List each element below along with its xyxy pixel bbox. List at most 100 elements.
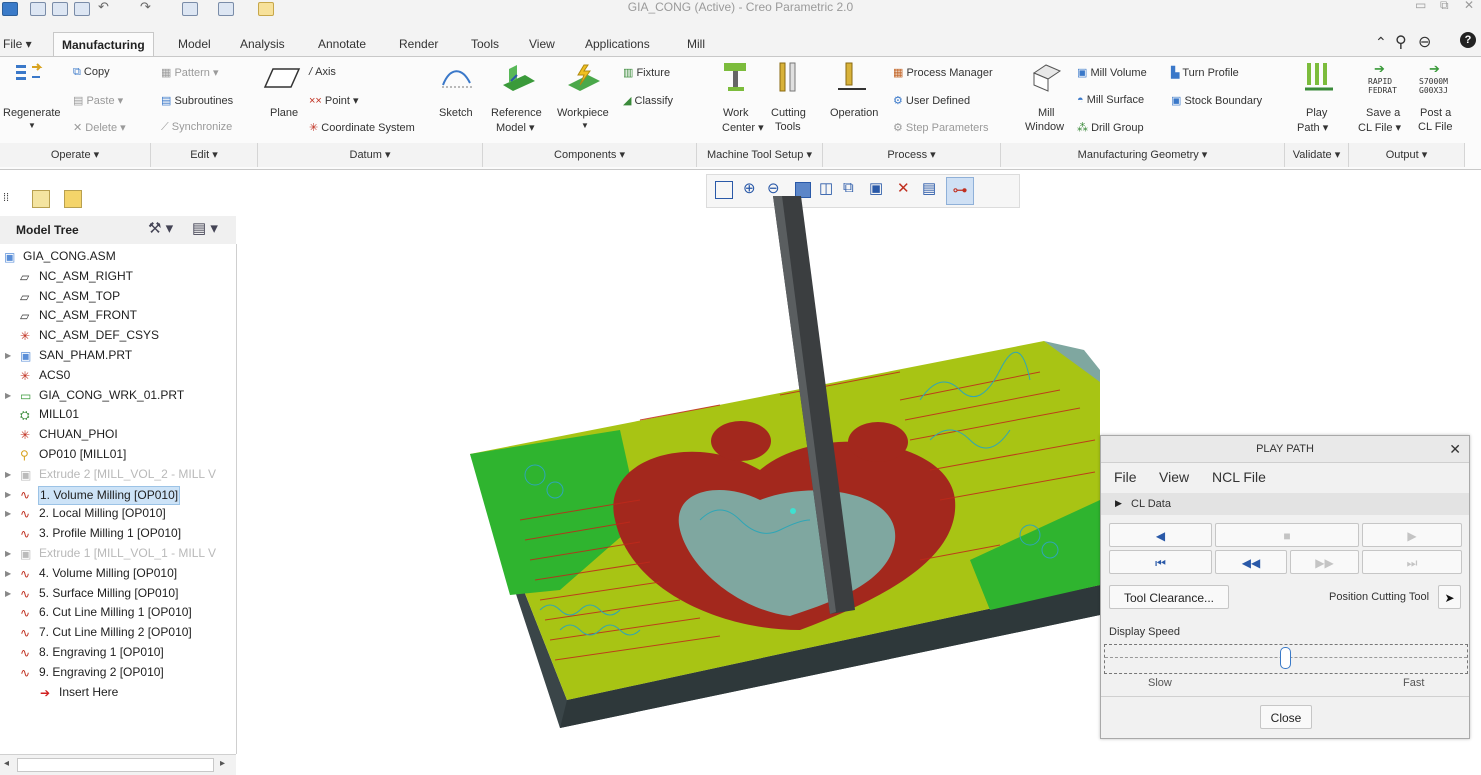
subroutines-button[interactable]: ▤ Subroutines xyxy=(161,94,233,107)
regenerate-button[interactable]: Regenerate xyxy=(3,107,61,119)
graphics-viewport[interactable] xyxy=(460,196,1100,736)
scroll-right-icon[interactable]: ▸ xyxy=(220,758,225,769)
expand-arrow-icon[interactable]: ▶ xyxy=(5,346,11,366)
post-cl-file-button[interactable]: Post a xyxy=(1420,107,1451,119)
annotation-display-icon[interactable]: ▤ xyxy=(922,179,936,197)
step-parameters-button[interactable]: ⚙ Step Parameters xyxy=(893,121,988,134)
tab-analysis[interactable]: Analysis xyxy=(240,37,285,51)
close-button[interactable]: Close xyxy=(1260,705,1312,729)
drill-group-button[interactable]: ⁂ Drill Group xyxy=(1077,121,1144,134)
folder-browser-tab-icon[interactable] xyxy=(64,190,82,208)
operation-button[interactable]: Operation xyxy=(830,107,878,119)
layer-tree-tab-icon[interactable] xyxy=(32,190,50,208)
play-forward-button[interactable]: ▶ xyxy=(1362,523,1462,547)
copy-button[interactable]: ⧉ Copy xyxy=(73,66,110,79)
scroll-left-icon[interactable]: ◂ xyxy=(4,758,9,769)
stop-button[interactable]: ■ xyxy=(1215,523,1359,547)
play-path-menu-file[interactable]: File xyxy=(1114,469,1137,485)
group-validate[interactable]: Validate ▾ xyxy=(1285,143,1349,167)
sketch-button[interactable]: Sketch xyxy=(439,107,473,119)
saved-orientations-icon[interactable]: ⧉ xyxy=(843,179,854,196)
mill-volume-button[interactable]: ▣ Mill Volume xyxy=(1077,66,1147,79)
file-menu[interactable]: File ▾ xyxy=(3,37,32,51)
stock-boundary-button[interactable]: ▣ Stock Boundary xyxy=(1171,94,1262,107)
group-machine-tool-setup[interactable]: Machine Tool Setup ▾ xyxy=(697,143,823,167)
coordinate-system-button[interactable]: ✳ Coordinate System xyxy=(309,121,415,134)
step-forward-button[interactable]: ▶▶ xyxy=(1290,550,1359,574)
redo-icon[interactable]: ↷ xyxy=(140,0,151,15)
workpiece-button[interactable]: Workpiece xyxy=(557,107,609,119)
pattern-button[interactable]: ▦ Pattern ▾ xyxy=(161,66,219,79)
group-manufacturing-geometry[interactable]: Manufacturing Geometry ▾ xyxy=(1001,143,1285,167)
work-center-button[interactable]: Work xyxy=(723,107,748,119)
undo-icon[interactable]: ↶ xyxy=(98,0,109,15)
display-speed-slider[interactable] xyxy=(1104,644,1468,674)
tab-view[interactable]: View xyxy=(529,37,555,51)
display-style-icon[interactable]: ◫ xyxy=(819,179,833,197)
expand-arrow-icon[interactable]: ▶ xyxy=(5,485,11,505)
zoom-in-icon[interactable]: ⊕ xyxy=(743,179,756,197)
group-process[interactable]: Process ▾ xyxy=(823,143,1001,167)
tab-applications[interactable]: Applications xyxy=(585,37,650,51)
cutting-tools-button[interactable]: Cutting xyxy=(771,107,806,119)
process-manager-button[interactable]: ▦ Process Manager xyxy=(893,66,993,79)
mill-window-button[interactable]: Mill xyxy=(1038,107,1055,119)
rewind-to-start-button[interactable]: ⏮ xyxy=(1109,550,1212,574)
reference-model-button[interactable]: Reference xyxy=(491,107,542,119)
tab-annotate[interactable]: Annotate xyxy=(318,37,366,51)
fixture-button[interactable]: ▥ Fixture xyxy=(623,66,670,79)
expand-arrow-icon[interactable]: ▶ xyxy=(5,584,11,604)
zoom-out-icon[interactable]: ⊖ xyxy=(767,179,780,197)
close-window-icon[interactable]: ✕ xyxy=(1464,0,1474,12)
expand-arrow-icon[interactable]: ▶ xyxy=(5,564,11,584)
mill-surface-button[interactable]: ◓ Mill Surface xyxy=(1077,94,1144,106)
point-button[interactable]: ×× Point ▾ xyxy=(309,94,359,107)
tab-manufacturing[interactable]: Manufacturing xyxy=(53,32,154,57)
play-backward-button[interactable]: ◀ xyxy=(1109,523,1212,547)
open-file-icon[interactable] xyxy=(52,2,68,16)
regenerate-qa-icon[interactable] xyxy=(182,2,198,16)
tab-model[interactable]: Model xyxy=(178,37,211,51)
save-icon[interactable] xyxy=(74,2,90,16)
synchronize-button[interactable]: ⟋ Synchronize xyxy=(161,121,232,134)
regenerate-dropdown-icon[interactable]: ▼ xyxy=(28,121,36,130)
delete-button[interactable]: ✕ Delete ▾ xyxy=(73,121,126,134)
paste-button[interactable]: ▤ Paste ▾ xyxy=(73,94,123,107)
datum-display-icon[interactable]: ✕ xyxy=(897,179,910,197)
windows-icon[interactable] xyxy=(218,2,234,16)
maximize-icon[interactable]: ⧉ xyxy=(1440,0,1449,13)
model-tree-tab-icon[interactable]: ⁞⁞ xyxy=(3,192,9,204)
save-cl-file-button[interactable]: Save a xyxy=(1366,107,1400,119)
play-path-menu-view[interactable]: View xyxy=(1159,469,1189,485)
plane-button[interactable]: Plane xyxy=(270,107,298,119)
classify-button[interactable]: ◢ Classify xyxy=(623,94,673,107)
new-file-icon[interactable] xyxy=(30,2,46,16)
axis-button[interactable]: / Axis xyxy=(309,66,336,78)
play-path-close-icon[interactable]: ✕ xyxy=(1449,436,1461,462)
turn-profile-button[interactable]: ▙ Turn Profile xyxy=(1171,66,1239,79)
app-logo-icon[interactable] xyxy=(2,2,18,16)
view-manager-icon[interactable]: ▣ xyxy=(869,179,883,197)
search-icon[interactable]: ⚲ xyxy=(1395,32,1407,52)
cl-data-section[interactable]: ▶ CL Data xyxy=(1101,493,1469,515)
step-backward-button[interactable]: ◀◀ xyxy=(1215,550,1287,574)
tree-settings-icon[interactable]: ▤ ▾ xyxy=(192,219,218,237)
position-cutting-tool-button[interactable]: ➤ xyxy=(1438,585,1461,609)
minimize-icon[interactable]: ▭ xyxy=(1415,0,1426,12)
tree-filters-icon[interactable]: ⚒ ▾ xyxy=(148,219,173,237)
group-datum[interactable]: Datum ▾ xyxy=(258,143,483,167)
settings-icon[interactable]: ⊖ xyxy=(1418,32,1431,52)
expand-arrow-icon[interactable]: ▶ xyxy=(5,465,11,485)
workpiece-dropdown-icon[interactable]: ▼ xyxy=(581,121,589,130)
tree-horizontal-scrollbar[interactable]: ◂ ▸ xyxy=(0,754,236,775)
group-operate[interactable]: Operate ▾ xyxy=(0,143,151,167)
play-path-button[interactable]: Play xyxy=(1306,107,1327,119)
tab-mill[interactable]: Mill xyxy=(687,37,705,51)
group-components[interactable]: Components ▾ xyxy=(483,143,697,167)
collapse-ribbon-icon[interactable]: ⌃ xyxy=(1375,34,1387,51)
expand-arrow-icon[interactable]: ▶ xyxy=(5,386,11,406)
skip-to-end-button[interactable]: ⏭ xyxy=(1362,550,1462,574)
tab-render[interactable]: Render xyxy=(399,37,438,51)
expand-arrow-icon[interactable]: ▶ xyxy=(5,544,11,564)
group-edit[interactable]: Edit ▾ xyxy=(151,143,258,167)
